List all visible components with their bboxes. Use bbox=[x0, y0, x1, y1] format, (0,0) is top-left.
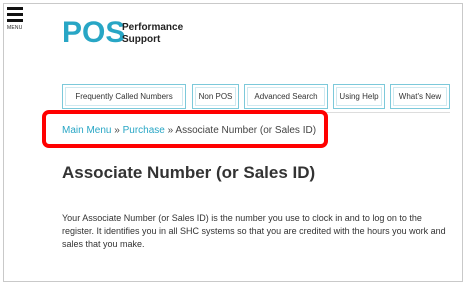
nav-item-label: Frequently Called Numbers bbox=[65, 87, 183, 106]
red-highlight-box bbox=[42, 110, 328, 148]
nav-whats-new[interactable]: What's New bbox=[390, 84, 450, 109]
nav-item-label: What's New bbox=[393, 87, 447, 106]
hamburger-icon-bar bbox=[7, 19, 23, 22]
hamburger-icon-bar bbox=[7, 13, 23, 16]
menu-label: MENU bbox=[7, 25, 23, 31]
nav-item-label: Using Help bbox=[336, 87, 382, 106]
hamburger-icon-bar bbox=[7, 7, 23, 10]
pos-logo[interactable]: POS bbox=[62, 18, 125, 48]
nav-non-pos[interactable]: Non POS bbox=[192, 84, 239, 109]
nav-frequently-called-numbers[interactable]: Frequently Called Numbers bbox=[62, 84, 186, 109]
nav-advanced-search[interactable]: Advanced Search bbox=[244, 84, 328, 109]
page-body-text: Your Associate Number (or Sales ID) is t… bbox=[62, 213, 446, 249]
nav-item-label: Non POS bbox=[195, 87, 236, 106]
tagline-line1: Performance bbox=[122, 22, 184, 33]
nav-using-help[interactable]: Using Help bbox=[333, 84, 385, 109]
menu-button[interactable]: MENU bbox=[7, 7, 25, 31]
page-title: Associate Number (or Sales ID) bbox=[62, 163, 316, 182]
tagline-line2: Support bbox=[122, 34, 161, 45]
nav-item-label: Advanced Search bbox=[247, 87, 325, 106]
logo-tagline: Performance Support bbox=[122, 22, 183, 46]
